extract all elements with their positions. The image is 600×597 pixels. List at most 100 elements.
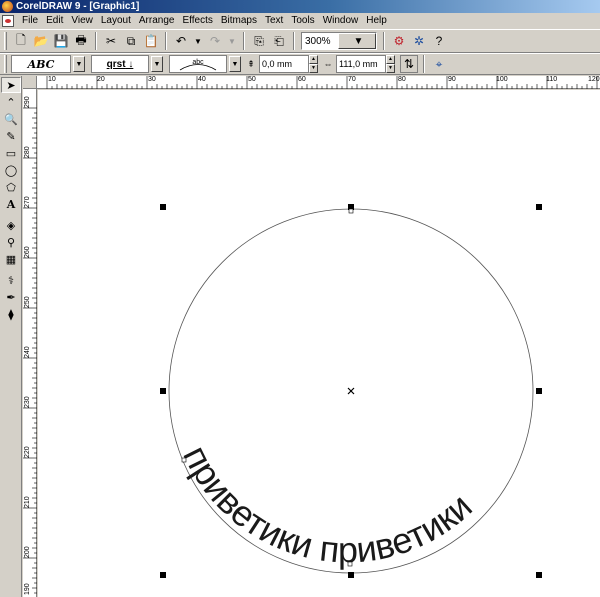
save-icon[interactable]: 💾	[52, 32, 70, 50]
hruler-label: 40	[198, 76, 206, 83]
selection-handle-top-right[interactable]	[536, 204, 542, 210]
redo-icon[interactable]: ↷	[206, 32, 224, 50]
interactive-fill-tool-icon[interactable]: ◈	[1, 217, 21, 233]
shape-tool-icon[interactable]: ⌃	[1, 94, 21, 110]
ruler-origin[interactable]	[23, 76, 37, 89]
zoom-tool-icon[interactable]: 🔍	[1, 111, 21, 127]
document-icon[interactable]	[2, 15, 14, 27]
vertical-ruler-ticks	[23, 107, 37, 594]
toolbar-separator	[95, 32, 97, 50]
window-title: CorelDRAW 9 - [Graphic1]	[16, 1, 140, 12]
rectangle-tool-icon[interactable]: ▭	[1, 145, 21, 161]
selection-handle-right[interactable]	[536, 388, 542, 394]
menu-window[interactable]: Window	[319, 13, 363, 29]
import-icon[interactable]: ⎘	[250, 32, 268, 50]
menu-text[interactable]: Text	[261, 13, 287, 29]
toolbar-grip[interactable]	[4, 55, 7, 73]
selection-handle-bottom-right[interactable]	[536, 572, 542, 578]
zoom-level-select[interactable]: 300% ▼	[301, 32, 377, 50]
menu-view[interactable]: View	[67, 13, 97, 29]
node-marker[interactable]	[348, 208, 354, 214]
copy-icon[interactable]: ⧉	[122, 32, 140, 50]
vruler-label: 270	[24, 196, 31, 208]
toolbox-separator	[0, 212, 21, 216]
drawing-canvas[interactable]: приветики приветики	[38, 90, 600, 597]
hruler-label: 20	[97, 76, 105, 83]
node-marker[interactable]	[347, 561, 353, 567]
text-tool-icon[interactable]: A	[1, 196, 21, 212]
vruler-label: 280	[24, 146, 31, 158]
hruler-label: 30	[148, 76, 156, 83]
hruler-label: 100	[496, 76, 508, 83]
paste-icon[interactable]: 📋	[142, 32, 160, 50]
new-document-icon[interactable]: 🗋	[12, 32, 30, 50]
interactive-transparency-tool-icon[interactable]: ▦	[1, 251, 21, 267]
fill-tool-icon[interactable]: ⧫	[1, 306, 21, 322]
corel-application-launcher-icon[interactable]: ⚙	[390, 32, 408, 50]
selection-handle-left[interactable]	[160, 388, 166, 394]
text-placement-preset[interactable]: abc	[169, 55, 227, 73]
center-of-rotation-marker[interactable]	[347, 387, 355, 395]
ellipse-tool-icon[interactable]: ◯	[1, 162, 21, 178]
fitted-text-object[interactable]: приветики приветики	[175, 439, 479, 570]
chevron-down-icon[interactable]: ▼	[229, 56, 241, 72]
polygon-tool-icon[interactable]: ⬠	[1, 179, 21, 195]
menu-help[interactable]: Help	[362, 13, 391, 29]
vruler-label: 240	[24, 346, 31, 358]
toolbar-grip[interactable]	[4, 32, 7, 50]
hruler-label: 120	[588, 76, 600, 83]
whats-this-help-icon[interactable]: ?	[430, 32, 448, 50]
text-orientation-preset[interactable]: qrst ↓	[91, 55, 149, 73]
horizontal-offset-icon: ⇔	[323, 59, 333, 69]
hruler-label: 60	[298, 76, 306, 83]
selection-handle-bottom-left[interactable]	[160, 572, 166, 578]
vertical-ruler[interactable]: 290 280 270 260 250 240 230 220 210 200 …	[23, 89, 37, 597]
snap-to-path-icon[interactable]: ⌖	[430, 55, 448, 73]
hruler-label: 80	[398, 76, 406, 83]
pick-tool-icon[interactable]: ➤	[1, 77, 21, 93]
selection-handle-top-left[interactable]	[160, 204, 166, 210]
text-placement-label: abc	[192, 59, 204, 66]
menu-edit[interactable]: Edit	[42, 13, 67, 29]
export-icon[interactable]: ⎗	[270, 32, 288, 50]
print-icon[interactable]: 🖶	[72, 32, 90, 50]
standard-toolbar: 🗋 📂 💾 🖶 ✂ ⧉ 📋 ↶ ▼ ↷ ▼ ⎘ ⎗ 300% ▼ ⚙ ✲ ?	[0, 29, 600, 53]
menu-layout[interactable]: Layout	[97, 13, 135, 29]
outline-tool-icon[interactable]: ✒	[1, 289, 21, 305]
offset-spinner[interactable]: ▲ ▼	[386, 55, 395, 73]
corel-online-icon[interactable]: ✲	[410, 32, 428, 50]
chevron-down-icon[interactable]: ▼	[151, 56, 163, 72]
chevron-down-icon[interactable]: ▼	[73, 56, 85, 72]
cut-icon[interactable]: ✂	[102, 32, 120, 50]
text-style-preset[interactable]: ABC	[11, 55, 71, 73]
fitted-text-content: приветики приветики	[175, 439, 479, 570]
chevron-down-icon[interactable]: ▼	[338, 33, 376, 49]
menu-file[interactable]: File	[18, 13, 42, 29]
menu-effects[interactable]: Effects	[178, 13, 216, 29]
menu-bitmaps[interactable]: Bitmaps	[217, 13, 261, 29]
redo-dropdown-icon[interactable]: ▼	[226, 32, 238, 50]
distance-from-path-field[interactable]: 0,0 mm	[259, 55, 309, 73]
vruler-label: 190	[24, 583, 31, 595]
freehand-tool-icon[interactable]: ✎	[1, 128, 21, 144]
undo-icon[interactable]: ↶	[172, 32, 190, 50]
undo-dropdown-icon[interactable]: ▼	[192, 32, 204, 50]
horizontal-ruler[interactable]: 10 20 30 40 50 60 70 80 90 100 110 120	[37, 76, 600, 89]
menu-bar: File Edit View Layout Arrange Effects Bi…	[0, 13, 600, 29]
interactive-blend-tool-icon[interactable]: ⚲	[1, 234, 21, 250]
distance-spinner[interactable]: ▲ ▼	[309, 55, 318, 73]
place-on-other-side-icon[interactable]: ⇅	[400, 55, 418, 73]
menu-arrange[interactable]: Arrange	[135, 13, 179, 29]
coreldraw-app-icon	[2, 1, 13, 12]
horizontal-offset-field[interactable]: 111,0 mm	[336, 55, 386, 73]
selection-handle-bottom[interactable]	[348, 572, 354, 578]
menu-tools[interactable]: Tools	[287, 13, 318, 29]
vruler-label: 210	[24, 496, 31, 508]
toolbar-separator	[293, 32, 295, 50]
hruler-label: 50	[248, 76, 256, 83]
open-folder-icon[interactable]: 📂	[32, 32, 50, 50]
text-start-marker[interactable]	[181, 457, 187, 463]
vruler-label: 250	[24, 296, 31, 308]
eyedropper-tool-icon[interactable]: ⚕	[1, 272, 21, 288]
drawing-surface[interactable]: приветики приветики	[38, 90, 600, 597]
